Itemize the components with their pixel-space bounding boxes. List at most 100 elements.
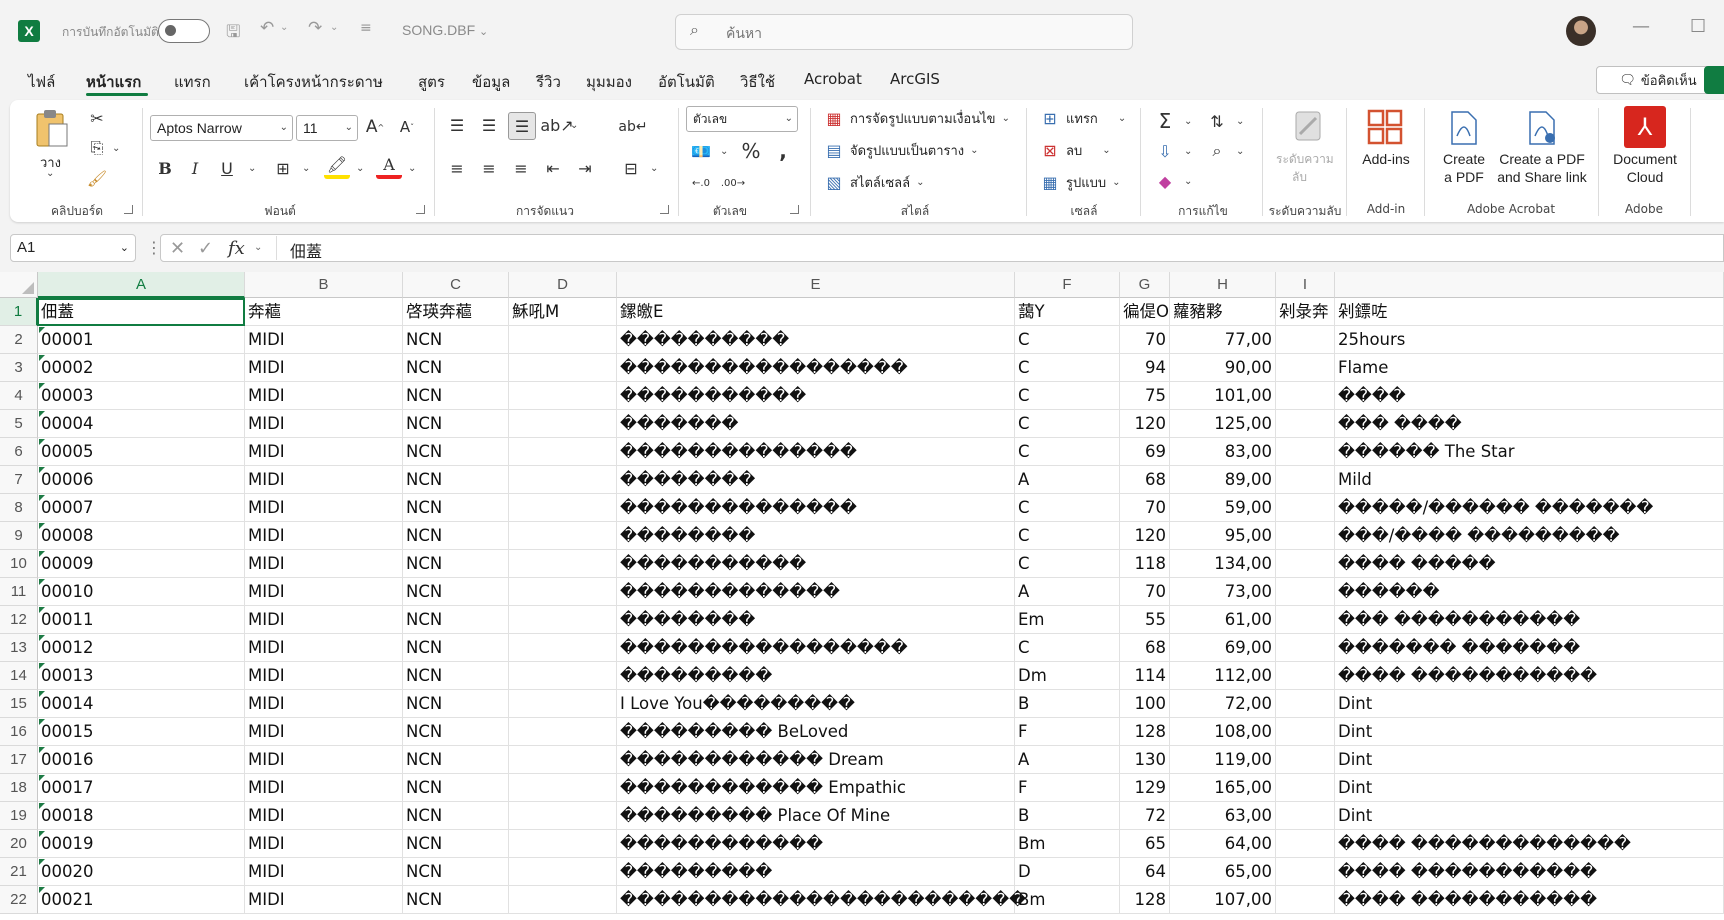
cell[interactable] (509, 774, 617, 802)
row-header[interactable]: 21 (0, 858, 38, 886)
column-header[interactable] (1335, 272, 1724, 298)
tab-10[interactable]: Acrobat (804, 70, 862, 88)
cell[interactable]: 112,00 (1170, 662, 1276, 690)
row-header[interactable]: 7 (0, 466, 38, 494)
decrease-indent-icon[interactable]: ⇤ (540, 155, 566, 181)
create-pdf-icon[interactable] (1448, 110, 1480, 146)
cell[interactable]: ����������� (617, 382, 1015, 410)
cell[interactable]: 64 (1120, 858, 1170, 886)
cell[interactable]: 73,00 (1170, 578, 1276, 606)
cell[interactable]: MIDI (245, 522, 403, 550)
cell[interactable]: 165,00 (1170, 774, 1276, 802)
file-name[interactable]: SONG.DBF ⌄ (402, 22, 488, 38)
cell[interactable]: ������� (617, 410, 1015, 438)
cell[interactable] (509, 634, 617, 662)
share-pdf-label-2[interactable]: and Share link (1490, 168, 1594, 186)
cell[interactable]: ��������� (617, 662, 1015, 690)
merge-center-icon[interactable]: ⊟ (618, 155, 644, 181)
cell[interactable]: MIDI (245, 802, 403, 830)
cell[interactable]: 59,00 (1170, 494, 1276, 522)
cell[interactable]: ���� (1335, 382, 1724, 410)
cell[interactable]: ��������� BeLoved (617, 718, 1015, 746)
cell[interactable]: MIDI (245, 690, 403, 718)
number-format-select[interactable]: ตัวเลข ⌄ (686, 106, 798, 132)
cell[interactable]: A (1015, 466, 1120, 494)
cell[interactable]: ��������� (617, 858, 1015, 886)
row-header[interactable]: 22 (0, 886, 38, 914)
increase-decimal-icon[interactable]: ←.0 (688, 170, 714, 196)
decrease-decimal-icon[interactable]: .00→ (720, 170, 746, 196)
cell[interactable]: 00015 (38, 718, 245, 746)
tab-0[interactable]: ไฟล์ (28, 70, 55, 94)
cell[interactable]: Dm (1015, 662, 1120, 690)
customize-toolbar-icon[interactable]: ≡ (360, 20, 372, 36)
cell[interactable]: Flame (1335, 354, 1724, 382)
cell[interactable]: ��������� Place Of Mine (617, 802, 1015, 830)
row-header[interactable]: 18 (0, 774, 38, 802)
row-header[interactable]: 10 (0, 550, 38, 578)
cell[interactable]: NCN (403, 634, 509, 662)
cell[interactable]: 114 (1120, 662, 1170, 690)
cell[interactable]: 00014 (38, 690, 245, 718)
font-color-dropdown-icon[interactable]: ⌄ (408, 163, 416, 174)
tab-8[interactable]: อัตโนมัติ (658, 70, 715, 94)
fill-icon[interactable]: ⇩ (1152, 138, 1178, 164)
cell[interactable]: NCN (403, 410, 509, 438)
cell[interactable]: 128 (1120, 886, 1170, 914)
cell[interactable] (509, 438, 617, 466)
cell[interactable]: ���/���� ��������� (1335, 522, 1724, 550)
find-select-dropdown-icon[interactable]: ⌄ (1236, 146, 1244, 157)
cell[interactable] (509, 382, 617, 410)
cell[interactable]: C (1015, 522, 1120, 550)
merge-dropdown-icon[interactable]: ⌄ (650, 163, 658, 174)
cell[interactable]: 00013 (38, 662, 245, 690)
share-pdf-label-1[interactable]: Create a PDF (1490, 150, 1594, 168)
cell[interactable]: 120 (1120, 522, 1170, 550)
tab-9[interactable]: วิธีใช้ (740, 70, 775, 94)
align-bottom-icon[interactable]: ☰ (508, 112, 536, 140)
cell[interactable]: 穌吼M (509, 298, 617, 326)
cell[interactable]: MIDI (245, 354, 403, 382)
cell[interactable]: 95,00 (1170, 522, 1276, 550)
clear-icon[interactable]: ◆ (1152, 168, 1178, 194)
row-header[interactable]: 15 (0, 690, 38, 718)
cell[interactable]: 佃蓋 (38, 298, 245, 326)
cell[interactable]: 68 (1120, 466, 1170, 494)
cell[interactable]: ���� ������������� (1335, 830, 1724, 858)
cell[interactable]: 134,00 (1170, 550, 1276, 578)
cell[interactable]: A (1015, 578, 1120, 606)
autosum-icon[interactable]: Σ (1152, 108, 1178, 134)
decrease-font-icon[interactable]: Aˇ (394, 114, 420, 140)
row-header[interactable]: 4 (0, 382, 38, 410)
borders-icon[interactable]: ⊞ (270, 155, 296, 181)
enter-icon[interactable]: ✓ (198, 238, 213, 259)
row-header[interactable]: 11 (0, 578, 38, 606)
save-icon[interactable]: 🖫 (226, 19, 240, 48)
tab-3[interactable]: เค้าโครงหน้ากระดาษ (244, 70, 383, 94)
share-button[interactable] (1704, 66, 1724, 94)
redo-dropdown-icon[interactable]: ⌄ (330, 22, 338, 33)
cell[interactable]: 77,00 (1170, 326, 1276, 354)
cell[interactable] (1276, 466, 1335, 494)
cell[interactable] (1276, 718, 1335, 746)
tab-4[interactable]: สูตร (418, 70, 445, 94)
cell[interactable] (509, 802, 617, 830)
cell[interactable]: A (1015, 746, 1120, 774)
cell[interactable]: ���� ����������� (1335, 858, 1724, 886)
cell[interactable]: MIDI (245, 662, 403, 690)
fill-dropdown-icon[interactable]: ⌄ (1184, 146, 1192, 157)
cell[interactable]: �������������� (617, 438, 1015, 466)
cell[interactable]: ������������ Dream (617, 746, 1015, 774)
cell[interactable]: 00007 (38, 494, 245, 522)
copy-icon[interactable]: ⎘ (84, 135, 110, 161)
cell[interactable] (509, 606, 617, 634)
undo-icon[interactable]: ↶ (260, 18, 274, 38)
cell[interactable]: Dint (1335, 718, 1724, 746)
cell[interactable]: D (1015, 858, 1120, 886)
cell[interactable]: 鏍皦E (617, 298, 1015, 326)
cell[interactable]: 63,00 (1170, 802, 1276, 830)
cell[interactable]: 00016 (38, 746, 245, 774)
cell[interactable]: 00010 (38, 578, 245, 606)
cell[interactable]: Dint (1335, 746, 1724, 774)
cell[interactable]: 83,00 (1170, 438, 1276, 466)
